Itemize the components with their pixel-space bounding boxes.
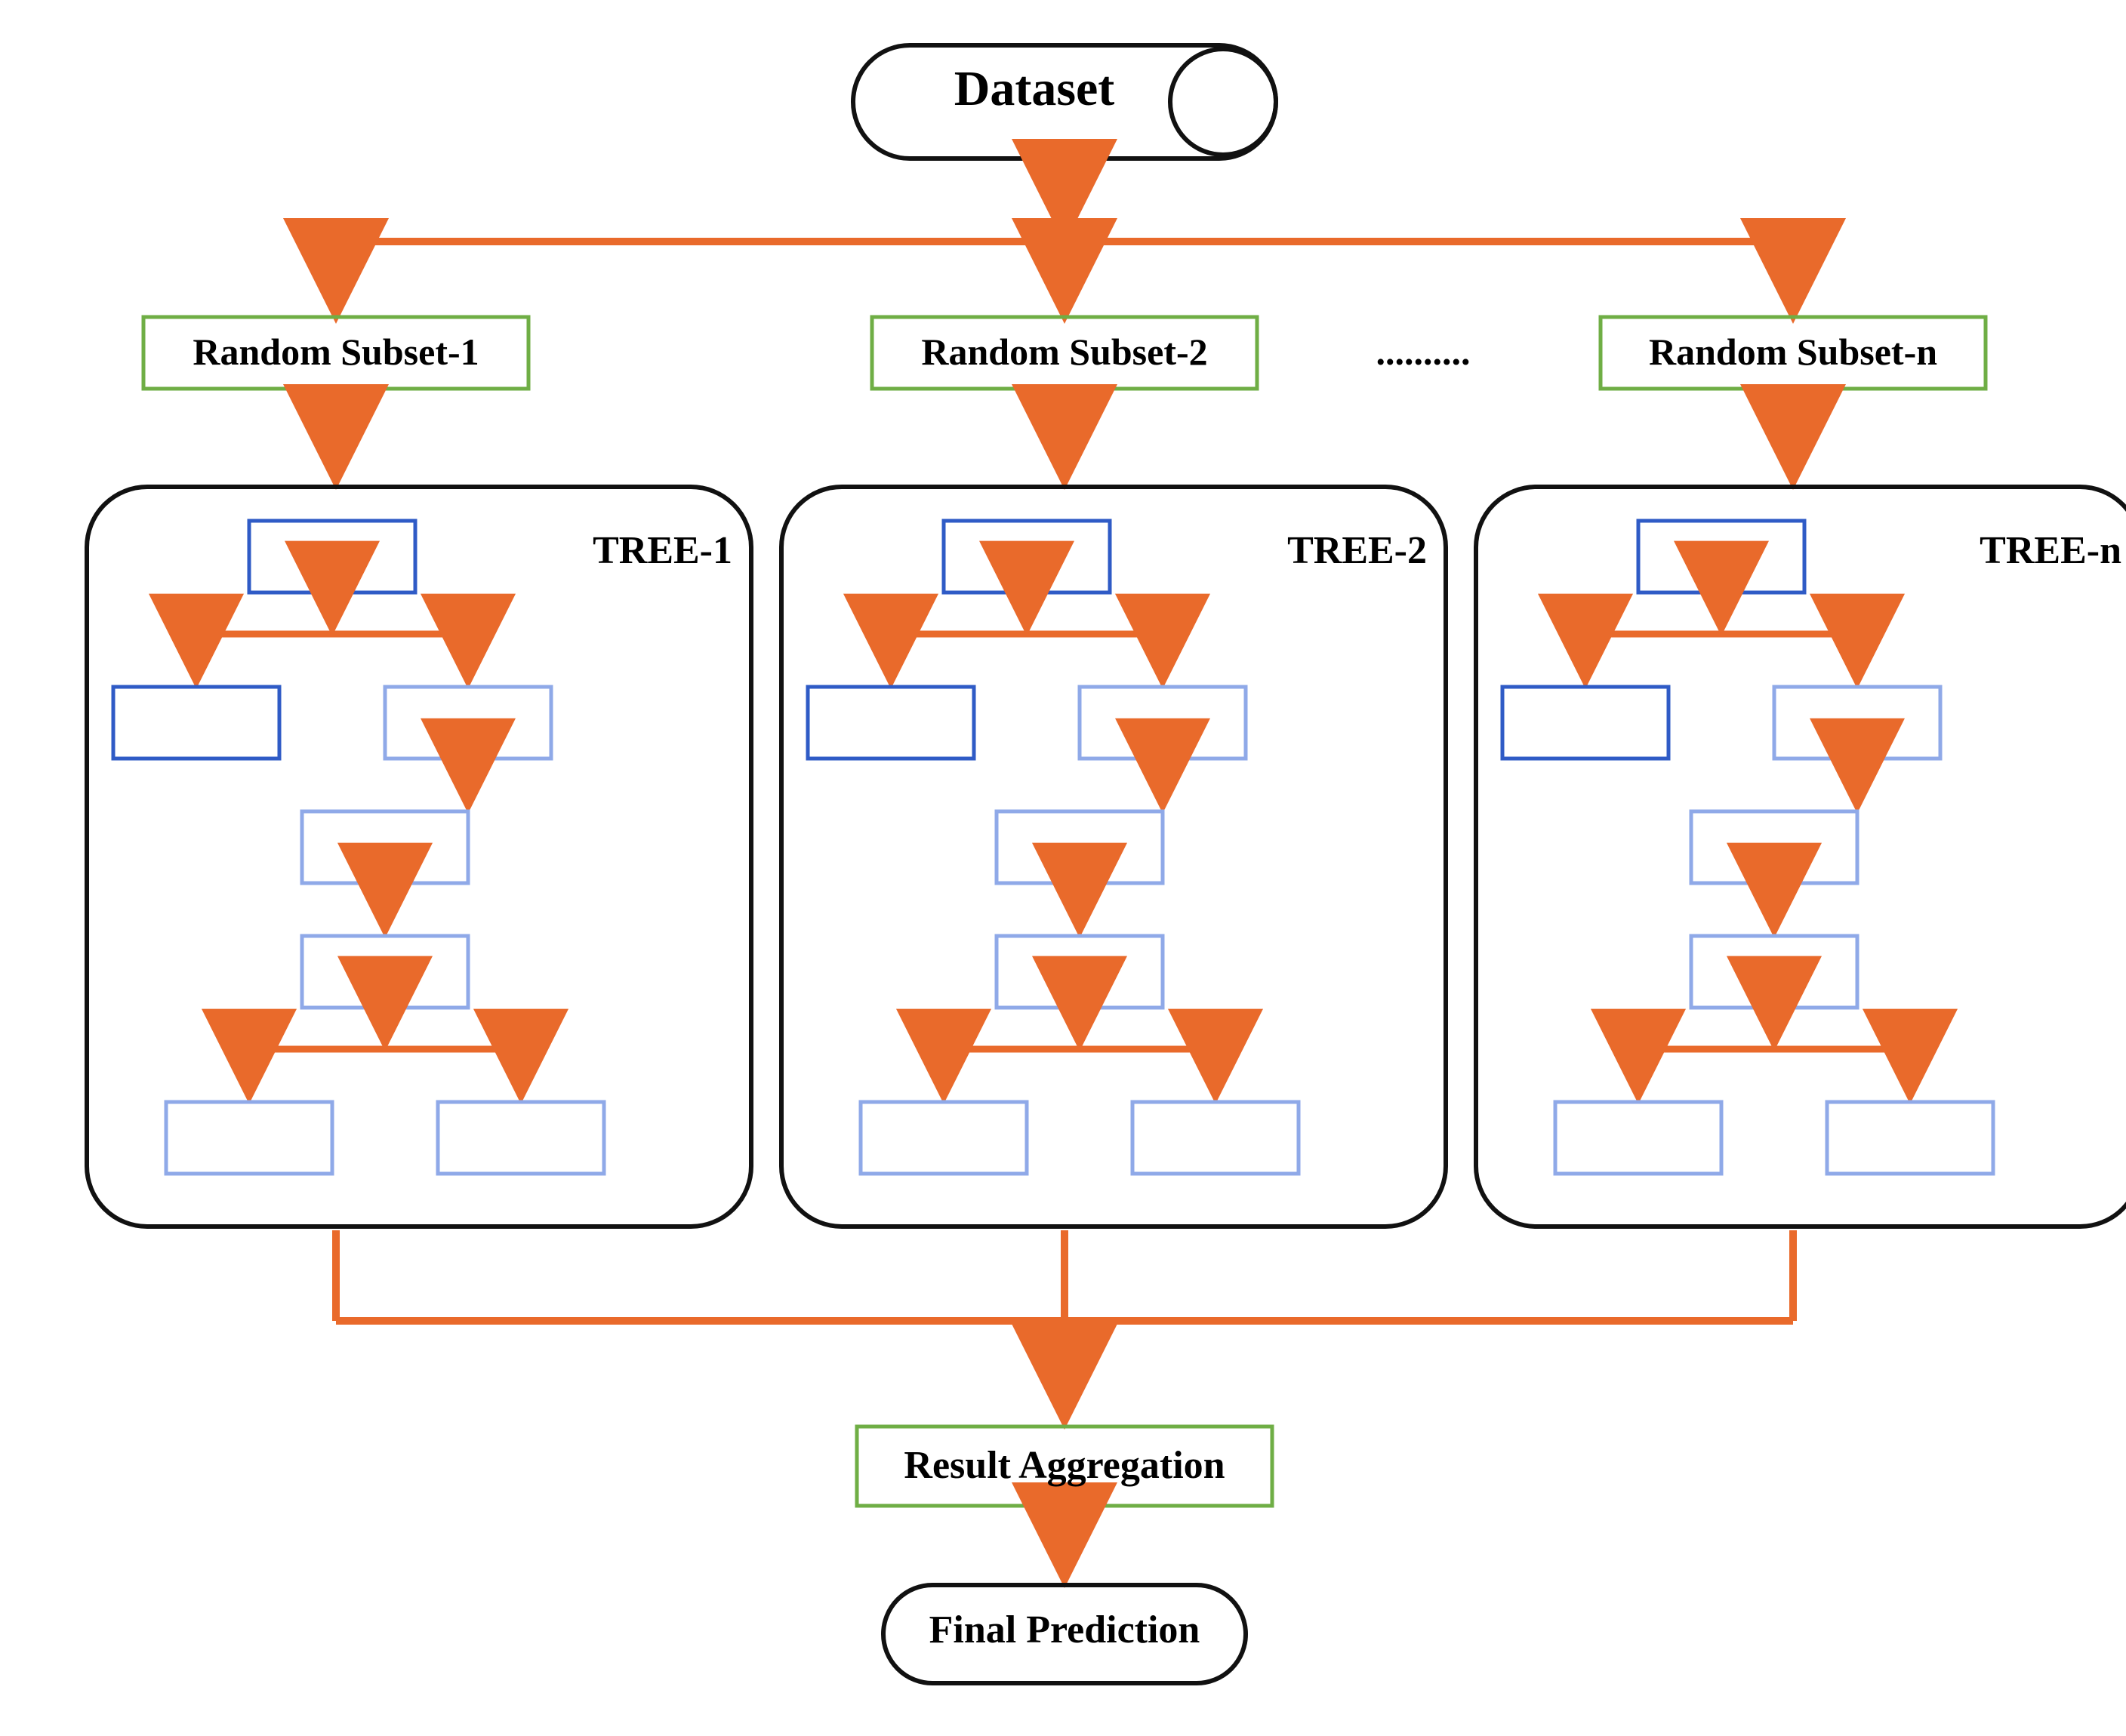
decision-tree: [113, 521, 604, 1174]
tree-2-label: TREE-2: [1148, 528, 1427, 573]
subset-2-label: Random Subset-2: [872, 330, 1257, 374]
subset-n-label: Random Subset-n: [1601, 330, 1986, 374]
tree-panel-2: [781, 487, 1446, 1227]
tree-panel-1: [87, 487, 751, 1227]
ellipsis-label: ..........: [1299, 330, 1548, 374]
tree-n-label: TREE-n: [1842, 528, 2121, 573]
final-pred-label: Final Prediction: [883, 1608, 1246, 1652]
tree-panel-n: [1476, 487, 2126, 1227]
dataset-label: Dataset: [883, 60, 1185, 118]
result-agg-label: Result Aggregation: [857, 1443, 1272, 1488]
tree-1-label: TREE-1: [453, 528, 732, 573]
subset-1-label: Random Subset-1: [143, 330, 528, 374]
